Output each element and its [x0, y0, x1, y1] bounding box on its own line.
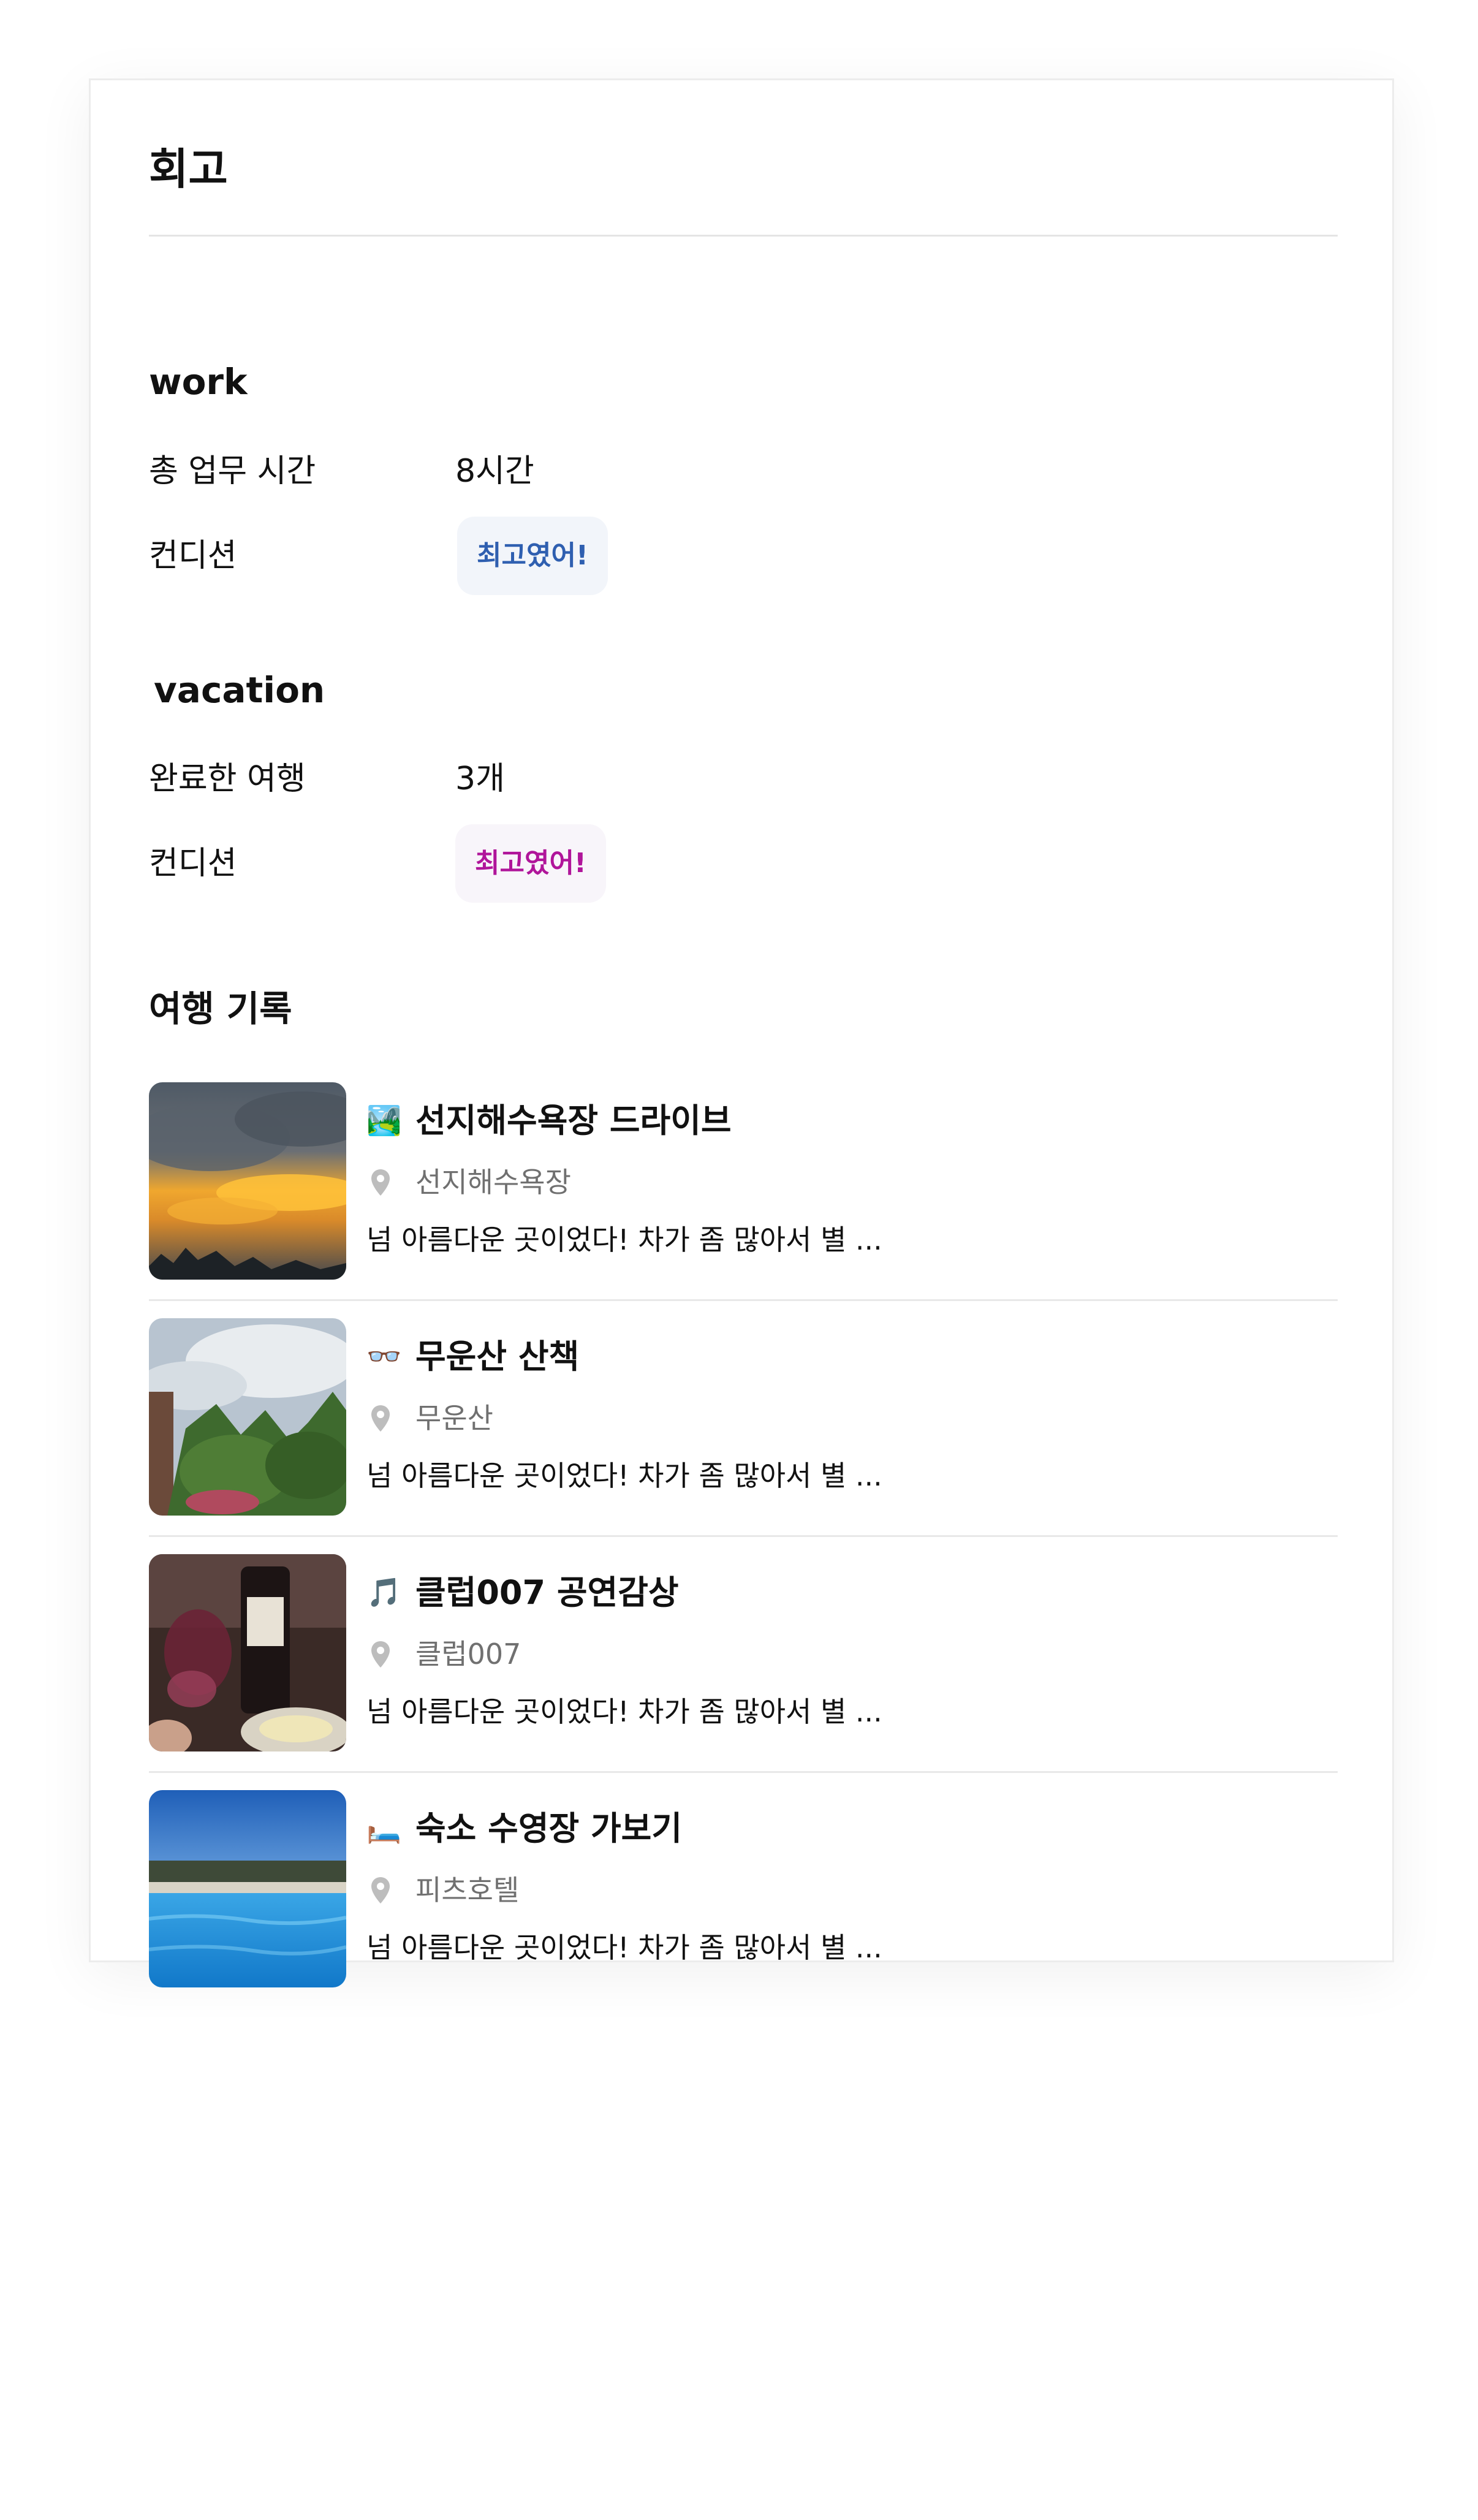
trip-title: 숙소 수영장 가보기 — [415, 1809, 683, 1848]
work-section-heading: work — [149, 361, 248, 403]
retrospective-card: 회고 work 총 업무 시간 8시간 컨디션 최고였어! vacation 완… — [89, 78, 1394, 1987]
map-pin-icon — [371, 1877, 390, 1903]
trip-photo-pool — [149, 1790, 346, 1987]
vacation-completed-trips-label: 완료한 여행 — [149, 761, 306, 797]
work-total-hours-value: 8시간 — [455, 453, 534, 490]
trip-title: 선지해수욕장 드라이브 — [415, 1101, 732, 1140]
travel-record-item[interactable]: 🏞️ 선지해수욕장 드라이브 선지해수욕장 넘 아름다운 곳이었다! 차가 좀 … — [149, 1082, 1338, 1318]
title-divider — [149, 235, 1338, 237]
music-note-icon: 🎵 — [366, 1576, 402, 1609]
trip-title: 무운산 산책 — [415, 1337, 580, 1376]
travel-record-item[interactable]: 👓 무운산 산책 무운산 넘 아름다운 곳이었다! 차가 좀 많아서 별 ... — [149, 1318, 1338, 1554]
vacation-condition-label: 컨디션 — [149, 845, 237, 882]
vacation-completed-trips-row: 완료한 여행 3개 — [149, 748, 1338, 810]
map-pin-icon — [371, 1641, 390, 1668]
bed-icon: 🛏️ — [366, 1812, 402, 1845]
work-total-hours-label: 총 업무 시간 — [149, 453, 316, 490]
trip-location: 선지해수욕장 — [415, 1166, 571, 1199]
list-divider — [149, 1771, 1338, 1773]
glasses-icon: 👓 — [366, 1340, 402, 1373]
list-divider — [149, 1535, 1338, 1537]
trip-description: 넘 아름다운 곳이었다! 차가 좀 많아서 별 ... — [366, 1459, 882, 1492]
trip-location: 클럽007 — [415, 1638, 521, 1671]
work-condition-label: 컨디션 — [149, 537, 237, 574]
map-pin-icon — [371, 1169, 390, 1196]
vacation-completed-trips-value: 3개 — [455, 761, 505, 797]
trip-photo-sunset — [149, 1082, 346, 1280]
work-condition-row: 컨디션 최고였어! — [149, 517, 1338, 595]
trip-description: 넘 아름다운 곳이었다! 차가 좀 많아서 별 ... — [366, 1931, 882, 1964]
page-title: 회고 — [149, 144, 228, 194]
list-divider — [149, 1299, 1338, 1301]
trip-title: 클럽007 공연감상 — [415, 1573, 679, 1612]
landscape-icon: 🏞️ — [366, 1104, 402, 1137]
trip-location: 무운산 — [415, 1402, 493, 1435]
trip-photo-park — [149, 1318, 346, 1516]
travel-record-item[interactable]: 🎵 클럽007 공연감상 클럽007 넘 아름다운 곳이었다! 차가 좀 많아서… — [149, 1554, 1338, 1790]
vacation-condition-badge: 최고였어! — [455, 824, 606, 903]
trip-location: 피츠호텔 — [415, 1873, 520, 1907]
travel-records-heading: 여행 기록 — [149, 988, 292, 1030]
trip-description: 넘 아름다운 곳이었다! 차가 좀 많아서 별 ... — [366, 1695, 882, 1728]
vacation-section-heading: vacation — [154, 669, 325, 711]
trip-description: 넘 아름다운 곳이었다! 차가 좀 많아서 별 ... — [366, 1223, 882, 1256]
travel-record-list: 🏞️ 선지해수욕장 드라이브 선지해수욕장 넘 아름다운 곳이었다! 차가 좀 … — [149, 1082, 1338, 2026]
vacation-condition-row: 컨디션 최고였어! — [149, 824, 1338, 903]
map-pin-icon — [371, 1405, 390, 1432]
work-condition-badge: 최고였어! — [457, 517, 608, 595]
travel-record-item[interactable]: 🛏️ 숙소 수영장 가보기 피츠호텔 넘 아름다운 곳이었다! 차가 좀 많아서… — [149, 1790, 1338, 2026]
trip-photo-wine — [149, 1554, 346, 1751]
work-total-hours-row: 총 업무 시간 8시간 — [149, 441, 1338, 502]
